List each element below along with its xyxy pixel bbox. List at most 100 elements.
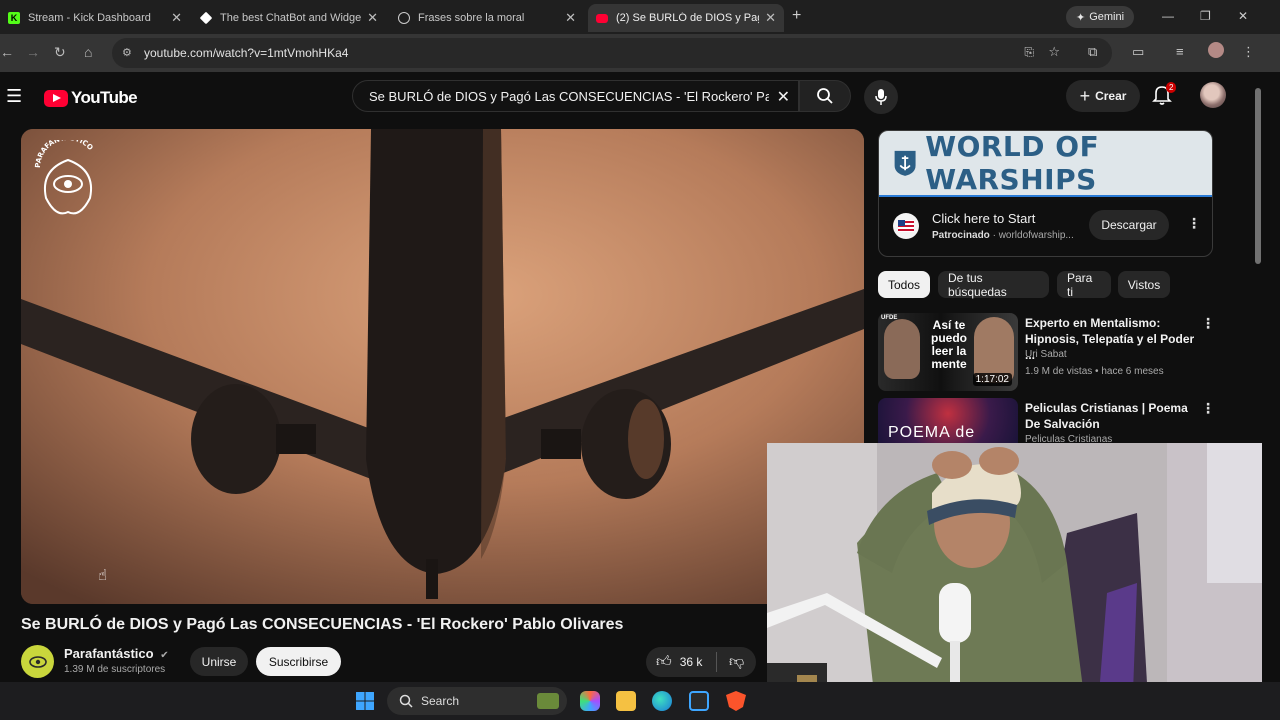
parafantastico-eye-logo [28, 655, 47, 668]
chatbot-icon [199, 11, 213, 25]
account-avatar[interactable] [1200, 82, 1226, 108]
webcam-overlay [767, 443, 1262, 720]
bookmark-star-icon[interactable]: ☆ [1048, 44, 1060, 60]
notification-badge: 2 [1166, 82, 1177, 93]
recommendation-channel[interactable]: Uri Sabat [1025, 349, 1067, 360]
tab-kick-dashboard[interactable]: K Stream - Kick Dashboard ✕ [0, 4, 190, 32]
create-button[interactable]: + Crear [1066, 80, 1140, 112]
thumb-overlay-text: Así te puedo leer la mente [931, 318, 967, 371]
new-tab-button[interactable]: + [792, 7, 801, 25]
copilot-icon[interactable] [580, 691, 600, 711]
site-info-icon[interactable]: ⚙ [122, 46, 132, 59]
tab-chatbot[interactable]: The best ChatBot and Widgets f ✕ [192, 4, 386, 32]
ad-banner[interactable]: WORLD OF WARSHIPS [879, 131, 1212, 197]
sponsored-ad-card[interactable]: WORLD OF WARSHIPS Click here to Start Pa… [878, 130, 1213, 257]
forward-icon[interactable]: → [26, 44, 40, 60]
windows-start-icon[interactable] [355, 691, 375, 711]
search-icon [817, 88, 833, 104]
video-player[interactable] [21, 129, 864, 604]
streamer-webcam-feed [767, 443, 1262, 720]
video-thumbnail[interactable]: POEMA de [878, 398, 1018, 443]
more-options-icon[interactable]: ⋮ [1187, 215, 1201, 232]
microsoft-store-icon[interactable] [689, 691, 709, 711]
channel-avatar[interactable] [21, 645, 54, 678]
chip-vistos[interactable]: Vistos [1118, 271, 1170, 298]
url-field[interactable]: ⚙ youtube.com/watch?v=1mtVmohHKa4 ⎘ ☆ [112, 38, 1112, 68]
close-icon[interactable]: ✕ [171, 10, 182, 26]
search-input[interactable]: Se BURLÓ de DIOS y Pagó Las CONSECUENCIA… [352, 80, 799, 112]
close-icon[interactable]: ✕ [367, 10, 378, 26]
face-left [884, 319, 920, 379]
hamburger-menu-icon[interactable]: ☰ [6, 86, 22, 107]
tab-frases-moral[interactable]: Frases sobre la moral ✕ [390, 4, 584, 32]
recommendation-channel[interactable]: Peliculas Cristianas [1025, 434, 1112, 443]
thumb-corner-text: UFDE [881, 315, 898, 321]
thumbs-up-icon: 👍︎ [656, 653, 672, 670]
restore-button[interactable]: ❐ [1200, 9, 1211, 23]
microphone-icon [875, 89, 887, 105]
voice-search-button[interactable] [864, 80, 898, 114]
join-button[interactable]: Unirse [190, 647, 248, 676]
more-options-icon[interactable]: ⋮ [1201, 315, 1215, 332]
search-button[interactable] [799, 80, 851, 112]
dislike-button[interactable]: 👎︎ [717, 653, 744, 671]
chip-todos[interactable]: Todos [878, 271, 930, 298]
recommendation-title[interactable]: Peliculas Cristianas | Poema De Salvació… [1025, 400, 1197, 432]
download-button[interactable]: Descargar [1089, 210, 1169, 240]
file-explorer-icon[interactable] [616, 691, 636, 711]
gemini-button[interactable]: ✦ Gemini [1066, 6, 1134, 28]
close-icon[interactable]: ✕ [765, 10, 776, 26]
thumb-overlay-text: POEMA de [888, 424, 976, 441]
video-thumbnail[interactable]: UFDE Así te puedo leer la mente 1:17:02 [878, 313, 1018, 391]
clear-search-icon[interactable]: ✕ [777, 87, 790, 107]
taskbar-search-box[interactable]: Search [387, 687, 567, 715]
browser-tab-bar: K Stream - Kick Dashboard ✕ The best Cha… [0, 0, 1280, 34]
menu-dots-icon[interactable]: ⋮ [1242, 44, 1255, 60]
close-icon[interactable]: ✕ [565, 10, 576, 26]
youtube-icon [596, 13, 608, 23]
advertiser-flag-icon [893, 213, 919, 239]
tab-youtube-video[interactable]: (2) Se BURLÓ de DIOS y Pagó L ✕ [588, 4, 784, 32]
page-scrollbar-track[interactable] [1262, 72, 1280, 682]
media-control-icon[interactable]: ≡ [1176, 44, 1184, 59]
ad-sponsor-line: Patrocinado · worldofwarship... [932, 230, 1074, 241]
like-button[interactable]: 👍︎ 36 k [646, 653, 716, 671]
reload-icon[interactable]: ↻ [54, 44, 66, 61]
recommendation-meta: 1.9 M de vistas • hace 6 meses [1025, 366, 1164, 377]
list-item[interactable]: POEMA de Peliculas Cristianas | Poema De… [878, 398, 1218, 443]
chip-de-tus-busquedas[interactable]: De tus búsquedas [938, 271, 1049, 299]
anchor-shield-icon [894, 150, 916, 176]
kick-icon: K [8, 12, 20, 24]
notifications-button[interactable]: 2 [1152, 82, 1177, 108]
video-frame-airplane [21, 129, 864, 604]
youtube-header: ☰ YouTube Se BURLÓ de DIOS y Pagó Las CO… [0, 72, 1262, 124]
windows-taskbar: Search [0, 682, 1280, 720]
svg-text:PARAFANTÁSTICO: PARAFANTÁSTICO [34, 140, 95, 168]
youtube-logo[interactable]: YouTube [44, 88, 138, 108]
subscribe-button[interactable]: Suscribirse [256, 647, 341, 676]
list-item[interactable]: UFDE Así te puedo leer la mente 1:17:02 … [878, 313, 1218, 393]
back-icon[interactable]: ← [0, 44, 14, 60]
minimize-button[interactable]: — [1162, 9, 1174, 23]
channel-name[interactable]: Parafantástico ✔ [64, 646, 169, 661]
subscriber-count: 1.39 M de suscriptores [64, 664, 166, 675]
mouse-cursor-icon: ☝ [98, 567, 108, 584]
home-icon[interactable]: ⌂ [84, 44, 92, 60]
install-app-icon[interactable]: ⎘ [1024, 45, 1034, 60]
more-options-icon[interactable]: ⋮ [1201, 400, 1215, 417]
chip-para-ti[interactable]: Para ti [1057, 271, 1111, 299]
tab-search-icon[interactable]: ▭ [1132, 44, 1144, 60]
verified-check-icon: ✔ [160, 650, 169, 661]
address-bar-row: ← → ↻ ⌂ ⚙ youtube.com/watch?v=1mtVmohHKa… [0, 34, 1280, 72]
ad-title: Click here to Start [932, 211, 1036, 226]
page-scrollbar-thumb[interactable] [1255, 88, 1261, 264]
video-duration: 1:17:02 [972, 373, 1012, 386]
close-window-button[interactable]: ✕ [1238, 9, 1248, 23]
plus-icon: + [1079, 85, 1091, 106]
extensions-icon[interactable]: ⧉ [1088, 44, 1097, 60]
globe-icon [398, 12, 410, 24]
like-dislike-group: 👍︎ 36 k 👎︎ [646, 647, 756, 677]
profile-avatar[interactable] [1208, 42, 1224, 58]
brave-browser-icon[interactable] [726, 691, 746, 711]
edge-browser-icon[interactable] [652, 691, 672, 711]
